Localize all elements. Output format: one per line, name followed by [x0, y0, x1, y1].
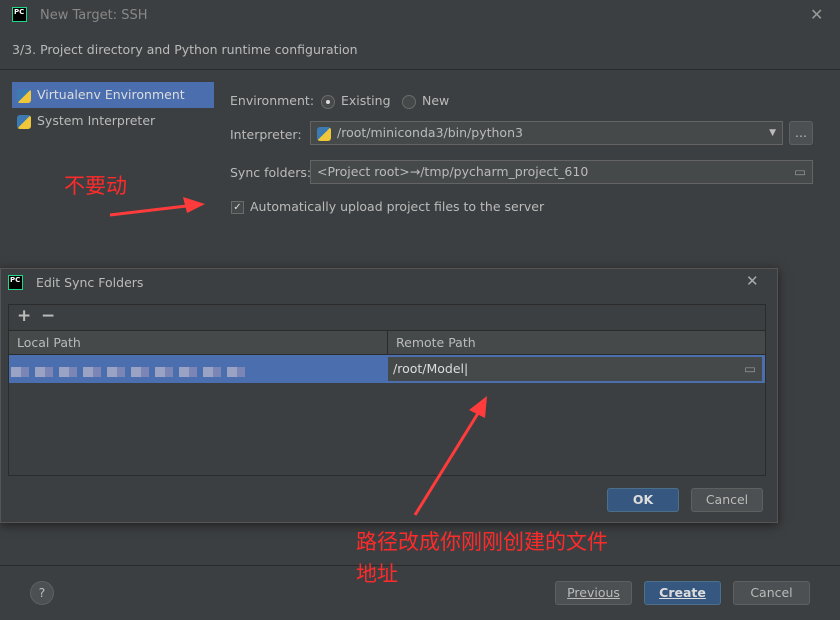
arrow-annotation [413, 396, 487, 516]
divider [0, 69, 840, 70]
radio-new[interactable]: New [402, 93, 449, 109]
sidebar-item-label: System Interpreter [37, 113, 156, 128]
column-remote-path: Remote Path [387, 331, 484, 355]
python-icon [17, 88, 31, 103]
close-icon[interactable]: ✕ [810, 5, 823, 24]
interpreter-value: /root/miniconda3/bin/python3 [337, 125, 523, 140]
python-icon [17, 114, 31, 129]
remove-button[interactable]: − [41, 306, 55, 326]
close-icon[interactable]: ✕ [746, 272, 759, 290]
annotation-change-path-2: 地址 [356, 562, 398, 586]
checkmark-icon: ✓ [231, 201, 244, 214]
add-button[interactable]: + [17, 306, 31, 326]
table-row[interactable]: /root/Model| ▭ [9, 355, 765, 383]
folder-icon[interactable]: ▭ [794, 161, 806, 183]
sidebar-item-label: Virtualenv Environment [37, 87, 185, 102]
auto-upload-checkbox[interactable]: ✓ Automatically upload project files to t… [231, 199, 544, 214]
interpreter-select[interactable]: /root/miniconda3/bin/python3 ▼ [310, 121, 783, 145]
app-logo: PC [12, 7, 27, 22]
environment-label: Environment: [230, 93, 315, 108]
cancel-button[interactable]: Cancel [733, 581, 810, 605]
help-button[interactable]: ? [30, 581, 54, 605]
sync-folders-label: Sync folders: [230, 165, 312, 180]
sync-folders-field[interactable]: <Project root>→/tmp/pycharm_project_610 ▭ [310, 160, 813, 184]
arrow-annotation [109, 197, 205, 217]
annotation-change-path: 路径改成你刚刚创建的文件 [356, 530, 608, 554]
sync-table: + − Local Path Remote Path /root/Model| ▭ [8, 304, 766, 476]
remote-path-input[interactable]: /root/Model| ▭ [387, 356, 763, 382]
python-icon [317, 126, 331, 141]
radio-existing[interactable]: Existing [321, 93, 391, 109]
remote-path-value: /root/Model [393, 361, 465, 376]
ok-button[interactable]: OK [607, 488, 679, 512]
sidebar-item-virtualenv[interactable]: Virtualenv Environment [12, 82, 214, 108]
checkbox-label: Automatically upload project files to th… [250, 199, 545, 214]
cancel-button[interactable]: Cancel [691, 488, 763, 512]
previous-button[interactable]: Previous [555, 581, 632, 605]
more-button[interactable]: ... [789, 121, 813, 145]
local-path-value-redacted [11, 367, 246, 377]
sidebar-item-system-interpreter[interactable]: System Interpreter [12, 108, 214, 134]
step-title: 3/3. Project directory and Python runtim… [12, 42, 358, 57]
divider [0, 565, 840, 566]
radio-label: Existing [341, 93, 391, 108]
window-title: New Target: SSH [40, 8, 148, 23]
folder-icon[interactable]: ▭ [744, 361, 756, 376]
app-logo: PC [8, 275, 23, 290]
radio-label: New [422, 93, 450, 108]
chevron-down-icon: ▼ [769, 128, 776, 138]
edit-sync-folders-dialog: PC Edit Sync Folders ✕ + − Local Path Re… [0, 268, 778, 523]
radio-icon [402, 94, 416, 109]
dialog-title: Edit Sync Folders [36, 275, 144, 290]
create-button[interactable]: Create [644, 581, 721, 605]
interpreter-label: Interpreter: [230, 127, 302, 142]
radio-icon [321, 94, 335, 109]
column-local-path: Local Path [17, 335, 81, 350]
table-header: Local Path Remote Path [9, 330, 765, 355]
sync-folders-value: <Project root>→/tmp/pycharm_project_610 [317, 164, 589, 179]
